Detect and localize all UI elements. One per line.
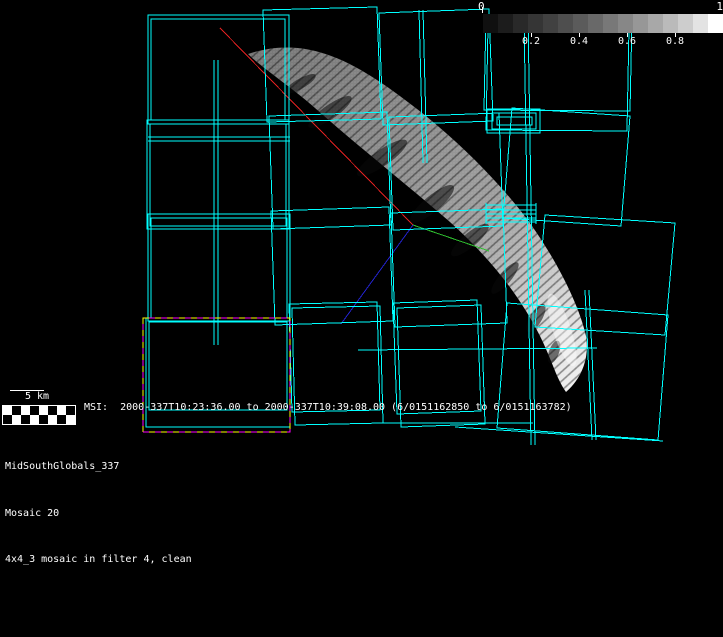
sequence-name: MidSouthGlobals_337 (5, 459, 192, 475)
checkerboard-scale-icon (2, 405, 76, 425)
footprint-edge (585, 290, 592, 440)
selected-footprint-dash-yellow (143, 318, 290, 432)
colorbar-tick-label: 0.6 (611, 36, 643, 47)
footprint-outline (497, 117, 532, 125)
mosaic-description: 4x4_3 mosaic in filter 4, clean (5, 552, 192, 568)
footprint-outline (151, 218, 287, 318)
colorbar-zero-tick (482, 7, 483, 13)
msi-status-line: MSI: 2000-337T10:23:36.00 to 2000-337T10… (84, 402, 572, 413)
colorbar: 0 1 0.2 0.4 0.6 0.8 (483, 0, 723, 52)
colorbar-gradient (483, 14, 723, 33)
selected-footprint-dash-magenta (143, 318, 290, 432)
selected-footprint-outline (143, 318, 290, 432)
colorbar-tick-label: 0.8 (659, 36, 691, 47)
footprint-edge (455, 427, 663, 441)
viewer-canvas[interactable]: 0 1 0.2 0.4 0.6 0.8 5 km MSI: 2000-337T1… (0, 0, 723, 637)
footprint-outline (148, 214, 290, 321)
footprint-edge (589, 290, 596, 440)
colorbar-tick-label: 0.2 (515, 36, 547, 47)
mosaic-info-block: MidSouthGlobals_337 Mosaic 20 4x4_3 mosa… (5, 428, 192, 599)
scale-bar-label: 5 km (25, 391, 49, 402)
mosaic-number: Mosaic 20 (5, 506, 192, 522)
colorbar-tick-label: 0.4 (563, 36, 595, 47)
footprint-outline (289, 302, 380, 412)
footprint-outline (503, 108, 630, 226)
colorbar-max-label: 1 (716, 0, 723, 13)
mosaic-footprints (146, 7, 675, 445)
footprint-outline (393, 300, 481, 414)
scale-bar: 5 km (0, 388, 90, 428)
